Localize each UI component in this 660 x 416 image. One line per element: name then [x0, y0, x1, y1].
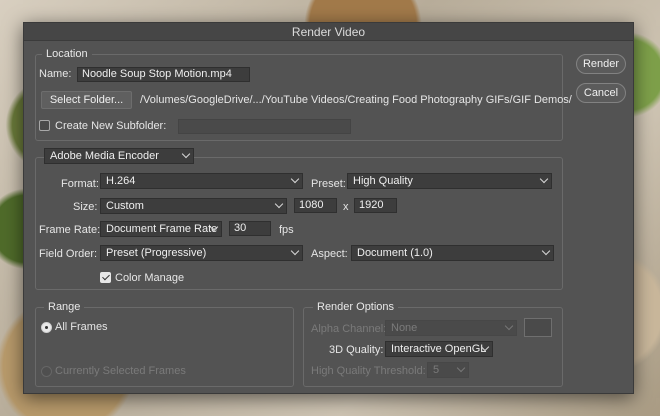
chevron-down-icon — [181, 149, 191, 159]
currently-selected-radio[interactable] — [41, 366, 52, 377]
chevron-down-icon — [504, 321, 514, 331]
render-options-legend: Render Options — [313, 301, 399, 313]
frame-rate-select[interactable]: Document Frame Rate — [100, 221, 222, 237]
preset-select[interactable]: High Quality — [347, 173, 552, 189]
height-field[interactable]: 1920 — [354, 198, 397, 213]
frame-rate-value: Document Frame Rate — [106, 223, 218, 235]
alpha-channel-label: Alpha Channel: — [311, 323, 387, 335]
aspect-value: Document (1.0) — [357, 247, 433, 259]
field-order-select[interactable]: Preset (Progressive) — [100, 245, 303, 261]
render-button[interactable]: Render — [576, 54, 626, 74]
hq-threshold-label: High Quality Threshold: — [311, 365, 426, 377]
aspect-select[interactable]: Document (1.0) — [351, 245, 554, 261]
quality-3d-label: 3D Quality: — [329, 344, 384, 356]
name-field[interactable]: Noodle Soup Stop Motion.mp4 — [77, 67, 250, 82]
chevron-down-icon — [290, 246, 300, 256]
dialog-title: Render Video — [24, 23, 633, 41]
name-label: Name: — [39, 68, 72, 80]
cancel-button[interactable]: Cancel — [576, 83, 626, 103]
hq-threshold-select[interactable]: 5 — [427, 362, 469, 378]
folder-path: /Volumes/GoogleDrive/.../YouTube Videos/… — [140, 94, 572, 106]
preset-label: Preset: — [311, 178, 346, 190]
preset-value: High Quality — [353, 175, 413, 187]
aspect-label: Aspect: — [311, 248, 348, 260]
all-frames-label: All Frames — [55, 321, 108, 333]
format-label: Format: — [61, 178, 99, 190]
fps-field[interactable]: 30 — [229, 221, 271, 236]
subfolder-field[interactable] — [178, 119, 351, 134]
alpha-channel-value: None — [391, 322, 418, 334]
chevron-down-icon — [274, 199, 284, 209]
size-select[interactable]: Custom — [100, 198, 287, 214]
quality-3d-select[interactable]: Interactive OpenGL — [385, 341, 493, 357]
format-value: H.264 — [106, 175, 136, 187]
color-manage-label: Color Manage — [115, 272, 185, 284]
chevron-down-icon — [290, 174, 300, 184]
fps-unit-label: fps — [279, 224, 294, 236]
field-order-value: Preset (Progressive) — [106, 247, 207, 259]
location-legend: Location — [42, 48, 92, 60]
size-value: Custom — [106, 200, 144, 212]
render-video-dialog: Render Video Location Name: Noodle Soup … — [23, 22, 634, 394]
range-legend: Range — [44, 301, 85, 313]
format-select[interactable]: H.264 — [100, 173, 303, 189]
encoder-value: Adobe Media Encoder — [50, 150, 159, 162]
field-order-label: Field Order: — [39, 248, 98, 260]
all-frames-radio[interactable] — [41, 322, 52, 333]
create-subfolder-label: Create New Subfolder: — [55, 120, 167, 132]
alpha-color-swatch[interactable] — [524, 318, 552, 337]
chevron-down-icon — [456, 363, 466, 373]
encoder-select[interactable]: Adobe Media Encoder — [44, 148, 194, 164]
currently-selected-label: Currently Selected Frames — [55, 365, 186, 377]
width-field[interactable]: 1080 — [294, 198, 337, 213]
chevron-down-icon — [539, 174, 549, 184]
size-label: Size: — [73, 201, 98, 213]
frame-rate-label: Frame Rate: — [39, 224, 101, 236]
chevron-down-icon — [541, 246, 551, 256]
quality-3d-value: Interactive OpenGL — [391, 343, 487, 355]
size-x-label: x — [343, 201, 349, 213]
color-manage-checkbox[interactable] — [100, 272, 111, 283]
create-subfolder-checkbox[interactable] — [39, 120, 50, 131]
hq-threshold-value: 5 — [433, 364, 440, 376]
select-folder-button[interactable]: Select Folder... — [41, 91, 132, 109]
alpha-channel-select[interactable]: None — [385, 320, 517, 336]
